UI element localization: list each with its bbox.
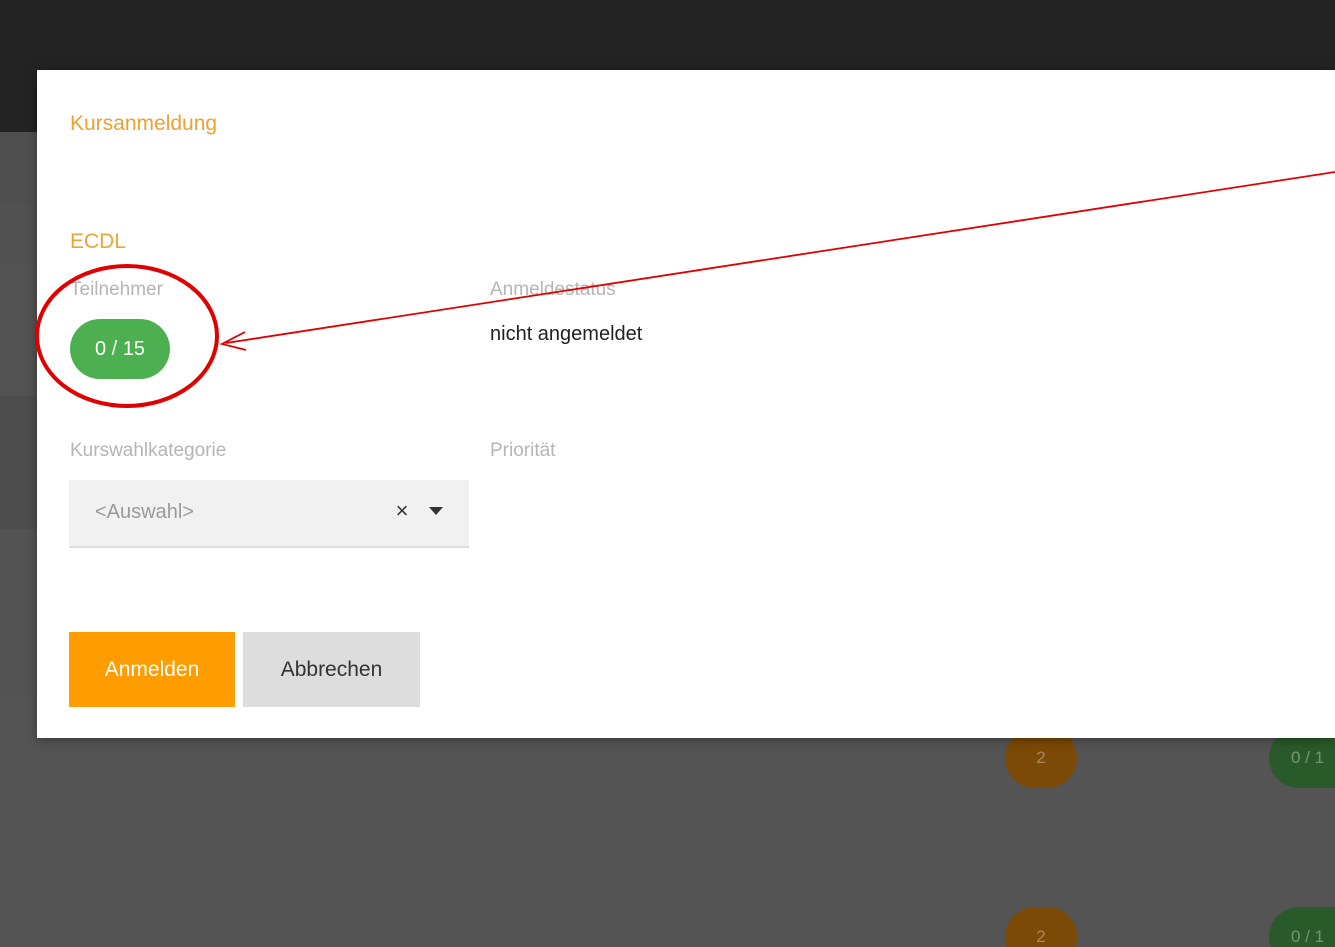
dialog-title: Kursanmeldung <box>70 112 218 135</box>
course-registration-dialog: Kursanmeldung ECDL Teilnehmer 0 / 15 Anm… <box>37 70 1335 738</box>
course-name: ECDL <box>70 230 127 253</box>
course-category-select-value: <Auswahl> <box>95 501 194 523</box>
background-participants-badge: 0 / 1 <box>1269 907 1335 947</box>
chevron-down-icon[interactable] <box>429 507 443 515</box>
participants-count-badge: 0 / 15 <box>70 319 170 379</box>
clear-icon[interactable]: × <box>391 498 413 523</box>
cancel-button[interactable]: Abbrechen <box>243 632 420 707</box>
background-priority-badge: 2 <box>1005 907 1077 947</box>
priority-label: Priorität <box>490 440 556 461</box>
course-category-label: Kurswahlkategorie <box>70 440 227 461</box>
registration-status-value: nicht angemeldet <box>490 323 643 345</box>
participants-label: Teilnehmer <box>70 279 163 300</box>
table-row[interactable] <box>0 859 1335 947</box>
registration-status-label: Anmeldestatus <box>490 279 616 300</box>
register-button[interactable]: Anmelden <box>69 632 235 707</box>
course-category-select[interactable]: <Auswahl> × <box>69 480 469 548</box>
